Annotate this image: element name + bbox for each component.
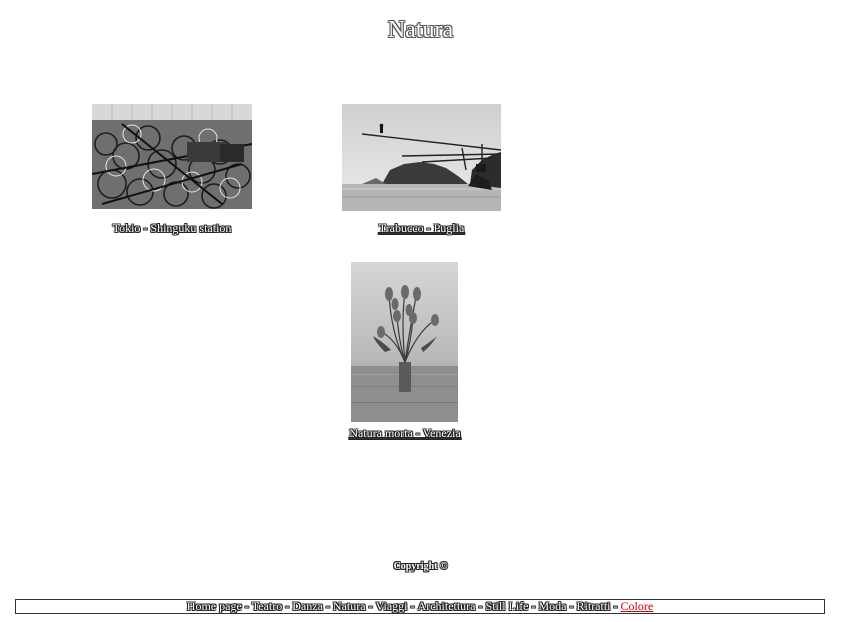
footer-link-architettura[interactable]: Architettura (418, 600, 476, 613)
bicycles-photo (92, 104, 252, 209)
page-title: Natura (387, 17, 454, 43)
footer-separator: - (613, 599, 618, 613)
footer-separator: - (285, 599, 290, 613)
footer-link-viaggi[interactable]: Viaggi (376, 600, 408, 613)
footer-link-danza[interactable]: Danza (292, 600, 323, 613)
trabucco-photo-link[interactable] (342, 104, 501, 211)
footer-link-natura[interactable]: Natura (333, 600, 366, 613)
gallery-caption-1: Tokio - Shinguku station (112, 221, 232, 235)
footer-link-ritratti[interactable]: Ritratti (577, 600, 611, 613)
footer-link-home-page[interactable]: Home page (187, 600, 242, 613)
bicycles-photo-link[interactable] (92, 104, 252, 209)
footer-link-still-life[interactable]: Still Life (486, 600, 529, 613)
gallery-caption-2[interactable]: Trabucco - Puglia (342, 221, 501, 235)
tulips-photo-link[interactable] (351, 262, 458, 422)
footer-separator: - (569, 599, 574, 613)
footer-link-colore[interactable]: Colore (621, 600, 654, 613)
copyright-text: Copyright © (393, 561, 448, 572)
footer-nav: Home page - Teatro - Danza - Natura - Viaggi - Arc… (15, 599, 825, 614)
gallery-caption-3[interactable]: Natura morta - Venezia (330, 426, 480, 440)
footer-separator: - (325, 599, 330, 613)
footer-separator: - (368, 599, 373, 613)
trabucco-photo (342, 104, 501, 211)
footer-separator: - (244, 599, 249, 613)
footer-separator: - (410, 599, 415, 613)
footer-separator: - (478, 599, 483, 613)
footer-separator: - (531, 599, 536, 613)
tulips-photo (351, 262, 458, 422)
footer-link-moda[interactable]: Moda (539, 600, 567, 613)
footer-link-teatro[interactable]: Teatro (252, 600, 282, 613)
